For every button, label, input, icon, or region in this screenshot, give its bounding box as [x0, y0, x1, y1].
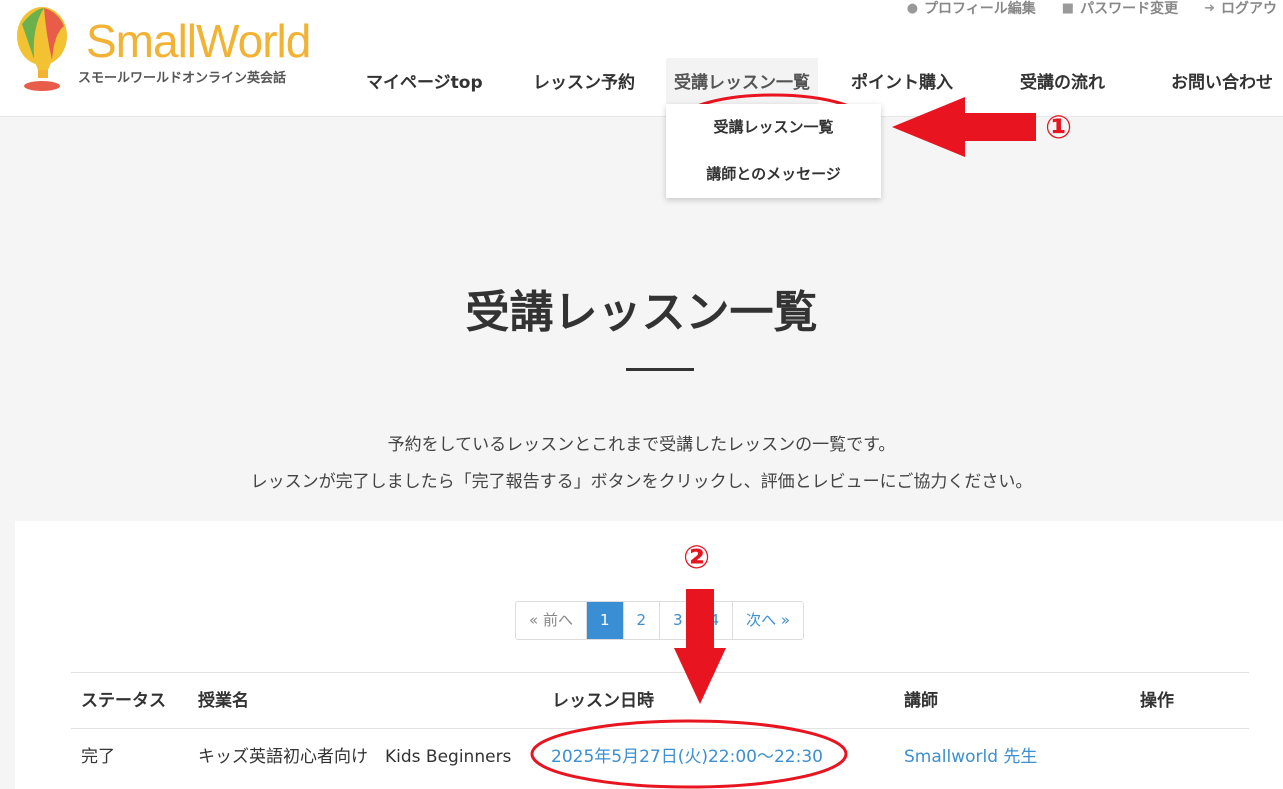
- profile-edit-label: プロフィール編集: [924, 1, 1036, 17]
- utility-nav: ● プロフィール編集 ■ パスワード変更 ➜ ログアウ: [907, 0, 1277, 18]
- nav-item-mypage[interactable]: マイページtop: [366, 58, 483, 108]
- pagination-page-1[interactable]: 1: [586, 602, 624, 639]
- pagination-page-4[interactable]: 4: [697, 602, 734, 639]
- column-header-course: 授業名: [198, 691, 249, 711]
- pagination: « 前へ 1 2 3 4 次へ »: [515, 601, 805, 640]
- nav-item-buy-points[interactable]: ポイント購入: [851, 58, 953, 108]
- title-divider: [626, 368, 694, 371]
- password-change-link[interactable]: ■ パスワード変更: [1062, 0, 1178, 18]
- dropdown-item-lesson-list[interactable]: 受講レッスン一覧: [666, 104, 881, 151]
- column-header-action: 操作: [1140, 691, 1174, 711]
- annotation-marker-2: ②: [683, 538, 711, 576]
- lesson-table: ステータス 授業名 レッスン日時 講師 操作 完了 キッズ英語初心者向け Kid…: [71, 672, 1249, 784]
- teacher-link[interactable]: Smallworld 先生: [904, 729, 1037, 785]
- table-header-row: ステータス 授業名 レッスン日時 講師 操作: [71, 672, 1249, 728]
- column-header-teacher: 講師: [904, 691, 938, 711]
- nav-item-lesson-booking[interactable]: レッスン予約: [533, 58, 635, 108]
- intro-text-line-2: レッスンが完了しましたら「完了報告する」ボタンをクリックし、評価とレビューにご協…: [250, 472, 1033, 492]
- lock-icon: ■: [1061, 0, 1075, 16]
- nav-item-contact[interactable]: お問い合わせ: [1171, 58, 1273, 108]
- nav-item-lesson-list[interactable]: 受講レッスン一覧: [666, 58, 818, 108]
- page-title: 受講レッスン一覧: [465, 287, 818, 338]
- main-nav: マイページtop レッスン予約 受講レッスン一覧 ポイント購入 受講の流れ お問…: [0, 58, 1283, 108]
- lesson-datetime-link[interactable]: 2025年5月27日(火)22:00～22:30: [551, 729, 823, 785]
- password-change-label: パスワード変更: [1080, 1, 1179, 17]
- profile-edit-link[interactable]: ● プロフィール編集: [907, 0, 1036, 18]
- course-cell: キッズ英語初心者向け Kids Beginners: [198, 747, 512, 767]
- column-header-datetime: レッスン日時: [552, 691, 654, 711]
- column-header-status: ステータス: [81, 691, 166, 711]
- logout-link[interactable]: ➜ ログアウ: [1204, 0, 1277, 18]
- site-header: SmallWorld スモールワールドオンライン英会話 ● プロフィール編集 ■…: [0, 0, 1283, 117]
- logout-label: ログアウ: [1221, 1, 1277, 17]
- table-row: 完了 キッズ英語初心者向け Kids Beginners 2025年5月27日(…: [71, 728, 1249, 784]
- user-circle-icon: ●: [906, 0, 919, 16]
- sign-out-icon: ➜: [1204, 0, 1215, 16]
- dropdown-item-messages[interactable]: 講師とのメッセージ: [666, 151, 881, 198]
- pagination-next[interactable]: 次へ »: [733, 602, 803, 639]
- pagination-prev[interactable]: « 前へ: [516, 602, 587, 639]
- status-cell: 完了: [81, 747, 115, 767]
- pagination-page-2[interactable]: 2: [624, 602, 661, 639]
- nav-item-flow[interactable]: 受講の流れ: [1020, 58, 1105, 108]
- lesson-dropdown-menu: 受講レッスン一覧 講師とのメッセージ: [666, 104, 881, 198]
- pagination-page-3[interactable]: 3: [660, 602, 697, 639]
- intro-text-line-1: 予約をしているレッスンとこれまで受講したレッスンの一覧です。: [387, 435, 896, 455]
- annotation-marker-1: ①: [1045, 108, 1073, 146]
